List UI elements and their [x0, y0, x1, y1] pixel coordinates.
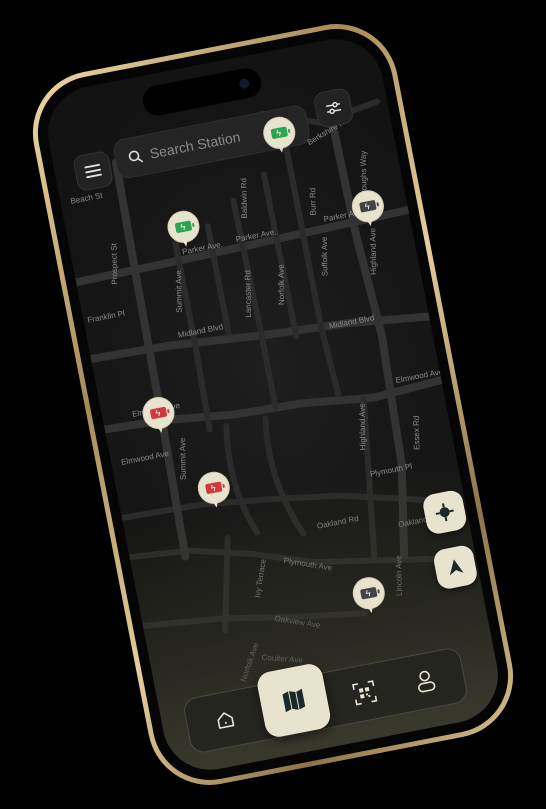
hamburger-icon: [84, 163, 102, 179]
profile-icon: [417, 670, 436, 693]
app-screen: Parker Ave. Parker Ave. Parker Ave. Pros…: [39, 30, 507, 779]
street-label: Midland Blvd: [328, 313, 375, 331]
filter-button[interactable]: [312, 86, 355, 130]
phone-bezel: Parker Ave. Parker Ave. Parker Ave. Pros…: [28, 19, 518, 790]
battery-icon: ϟ: [174, 220, 193, 234]
road: [260, 171, 300, 340]
street-label: Coulter Ave: [261, 653, 303, 665]
street-label: Summit Ave: [178, 437, 188, 480]
battery-icon: ϟ: [359, 199, 377, 213]
pin-tail: [274, 139, 288, 154]
street-label: Ivy Terrace: [253, 558, 268, 598]
front-camera: [238, 77, 251, 90]
street-label: Suffolk Ave: [320, 236, 330, 276]
street-label: Lincoln Ave: [394, 555, 404, 596]
pin-tail: [154, 420, 167, 434]
search-placeholder: Search Station: [148, 128, 242, 162]
street-label: Summit Ave: [174, 270, 184, 313]
street-label: Norfolk Ave: [239, 641, 261, 683]
pin-tail: [179, 233, 192, 248]
road: [262, 415, 307, 537]
navigation-arrow-icon: [449, 559, 464, 576]
phone-frame: Parker Ave. Parker Ave. Parker Ave. Pros…: [22, 13, 524, 796]
qr-scan-icon: [352, 680, 378, 706]
pin-tail: [364, 600, 377, 614]
road: [283, 146, 342, 398]
crosshair-icon: [435, 503, 454, 522]
street-label: Plymouth Pl: [369, 462, 413, 479]
street-label: Baldwin Rd: [239, 178, 249, 219]
menu-button[interactable]: [72, 149, 115, 193]
battery-icon: ϟ: [359, 586, 378, 600]
street-label: Norfolk Ave: [277, 264, 287, 305]
street-label: Prospect St: [110, 242, 120, 284]
street-label: Franklin Pl: [87, 309, 126, 325]
street-label: Lancaster Rd: [243, 270, 253, 318]
street-label: Highland Ave: [358, 403, 368, 451]
street-label: Beach St: [70, 191, 104, 206]
street-label: Burr Rd: [308, 188, 317, 216]
tab-profile[interactable]: [393, 649, 458, 713]
battery-icon: ϟ: [205, 481, 223, 495]
tab-scan[interactable]: [332, 661, 397, 725]
tab-home[interactable]: [193, 688, 258, 752]
sliders-icon: [325, 101, 342, 115]
street-label: Elmwood Ave: [120, 449, 170, 467]
street-label: Essex Rd: [412, 416, 422, 450]
battery-icon: ϟ: [270, 126, 289, 140]
pin-tail: [209, 494, 222, 509]
search-icon: [128, 150, 144, 163]
pin-tail: [363, 213, 376, 228]
battery-icon: ϟ: [149, 406, 168, 420]
road: [360, 396, 378, 564]
home-icon: [217, 712, 235, 729]
map-icon: [282, 688, 306, 713]
street-label: Oakland Rd: [316, 514, 359, 531]
tab-map[interactable]: [255, 661, 333, 740]
street-label: Highland Ave: [368, 227, 378, 275]
